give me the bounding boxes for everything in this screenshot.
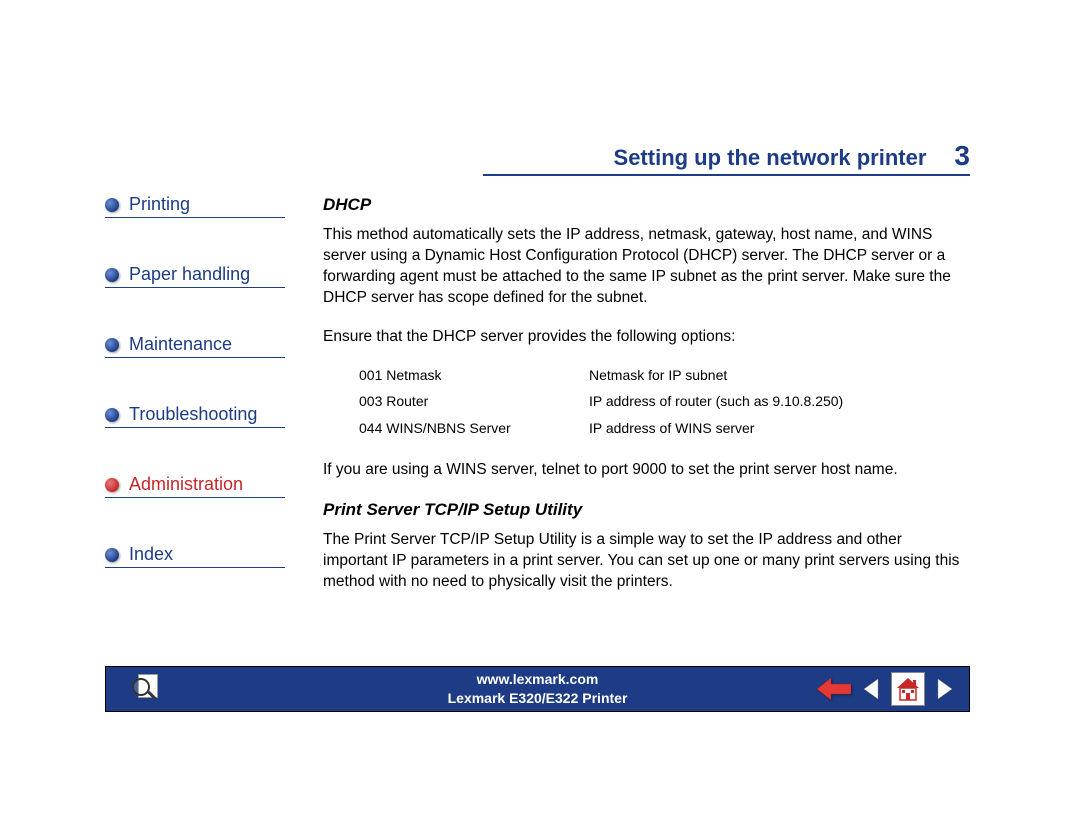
sidebar-item-label: Printing [129,194,190,215]
footer-bar: www.lexmark.com Lexmark E320/E322 Printe… [105,666,970,712]
bullet-icon [105,338,119,352]
body-text: Ensure that the DHCP server provides the… [323,327,970,348]
option-code: 044 WINS/NBNS Server [359,419,589,438]
bullet-icon [105,408,119,422]
page-title: Setting up the network printer [614,145,927,171]
sidebar-item-label: Paper handling [129,264,250,285]
sidebar-item-maintenance[interactable]: Maintenance [105,334,285,358]
back-arrow-icon[interactable] [817,676,851,702]
sidebar-item-label: Administration [129,474,243,495]
bullet-icon [105,548,119,562]
sidebar-item-index[interactable]: Index [105,544,285,568]
option-code: 003 Router [359,392,589,411]
body-text: If you are using a WINS server, telnet t… [323,460,970,481]
sidebar-item-paper-handling[interactable]: Paper handling [105,264,285,288]
search-icon[interactable] [130,672,164,706]
option-desc: IP address of WINS server [589,419,754,438]
sidebar-item-administration[interactable]: Administration [105,474,285,498]
sidebar-item-label: Troubleshooting [129,404,257,425]
section-heading-dhcp: DHCP [323,194,970,217]
footer-text: www.lexmark.com Lexmark E320/E322 Printe… [448,670,628,708]
bullet-icon [105,198,119,212]
next-page-icon[interactable] [935,676,955,702]
page-header: Setting up the network printer 3 [483,140,970,176]
sidebar-item-label: Maintenance [129,334,232,355]
body-text: The Print Server TCP/IP Setup Utility is… [323,530,970,593]
dhcp-options-table: 001 Netmask Netmask for IP subnet 003 Ro… [359,366,970,439]
bullet-icon [105,478,119,492]
option-desc: IP address of router (such as 9.10.8.250… [589,392,843,411]
sidebar-item-printing[interactable]: Printing [105,194,285,218]
sidebar-item-label: Index [129,544,173,565]
option-desc: Netmask for IP subnet [589,366,727,385]
section-heading-tcpip: Print Server TCP/IP Setup Utility [323,499,970,522]
option-code: 001 Netmask [359,366,589,385]
body-text: This method automatically sets the IP ad… [323,225,970,309]
table-row: 001 Netmask Netmask for IP subnet [359,366,970,385]
table-row: 003 Router IP address of router (such as… [359,392,970,411]
table-row: 044 WINS/NBNS Server IP address of WINS … [359,419,970,438]
footer-product: Lexmark E320/E322 Printer [448,689,628,708]
home-icon[interactable] [891,672,925,706]
sidebar-item-troubleshooting[interactable]: Troubleshooting [105,404,285,428]
sidebar-nav: Printing Paper handling Maintenance Trou… [105,194,285,614]
footer-url[interactable]: www.lexmark.com [448,670,628,689]
prev-page-icon[interactable] [861,676,881,702]
page-number: 3 [954,140,970,172]
main-content: DHCP This method automatically sets the … [285,194,970,611]
bullet-icon [105,268,119,282]
